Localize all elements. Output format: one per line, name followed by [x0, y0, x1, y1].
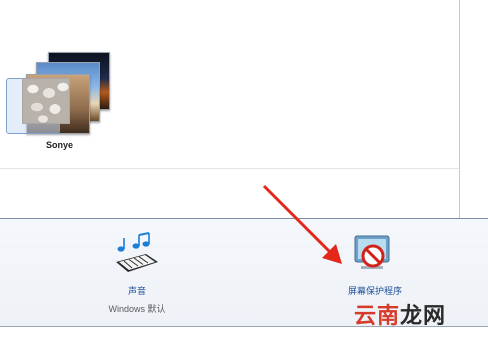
sound-label: 声音 — [127, 286, 146, 296]
theme-item-sonye[interactable]: Sonye — [6, 48, 112, 158]
theme-panel: Sonye — [0, 0, 460, 218]
red-arrow-annotation — [262, 184, 342, 264]
watermark: 云南龙网 — [354, 298, 446, 330]
sound-settings-link[interactable]: 声音 Windows 默认 — [92, 232, 182, 322]
theme-name-label: Sonye — [46, 140, 74, 150]
theme-thumbnail-stack — [6, 48, 112, 134]
no-screensaver-icon — [354, 235, 390, 269]
sound-scheme-label: Windows 默认 — [108, 304, 166, 314]
watermark-part2: 龙网 — [400, 304, 447, 329]
watermark-part1: 云南 — [354, 304, 401, 329]
panel-divider — [0, 168, 459, 169]
music-notes-keyboard-icon — [116, 232, 158, 272]
screensaver-label: 屏幕保护程序 — [347, 286, 402, 296]
theme-photo-stones — [22, 78, 70, 124]
